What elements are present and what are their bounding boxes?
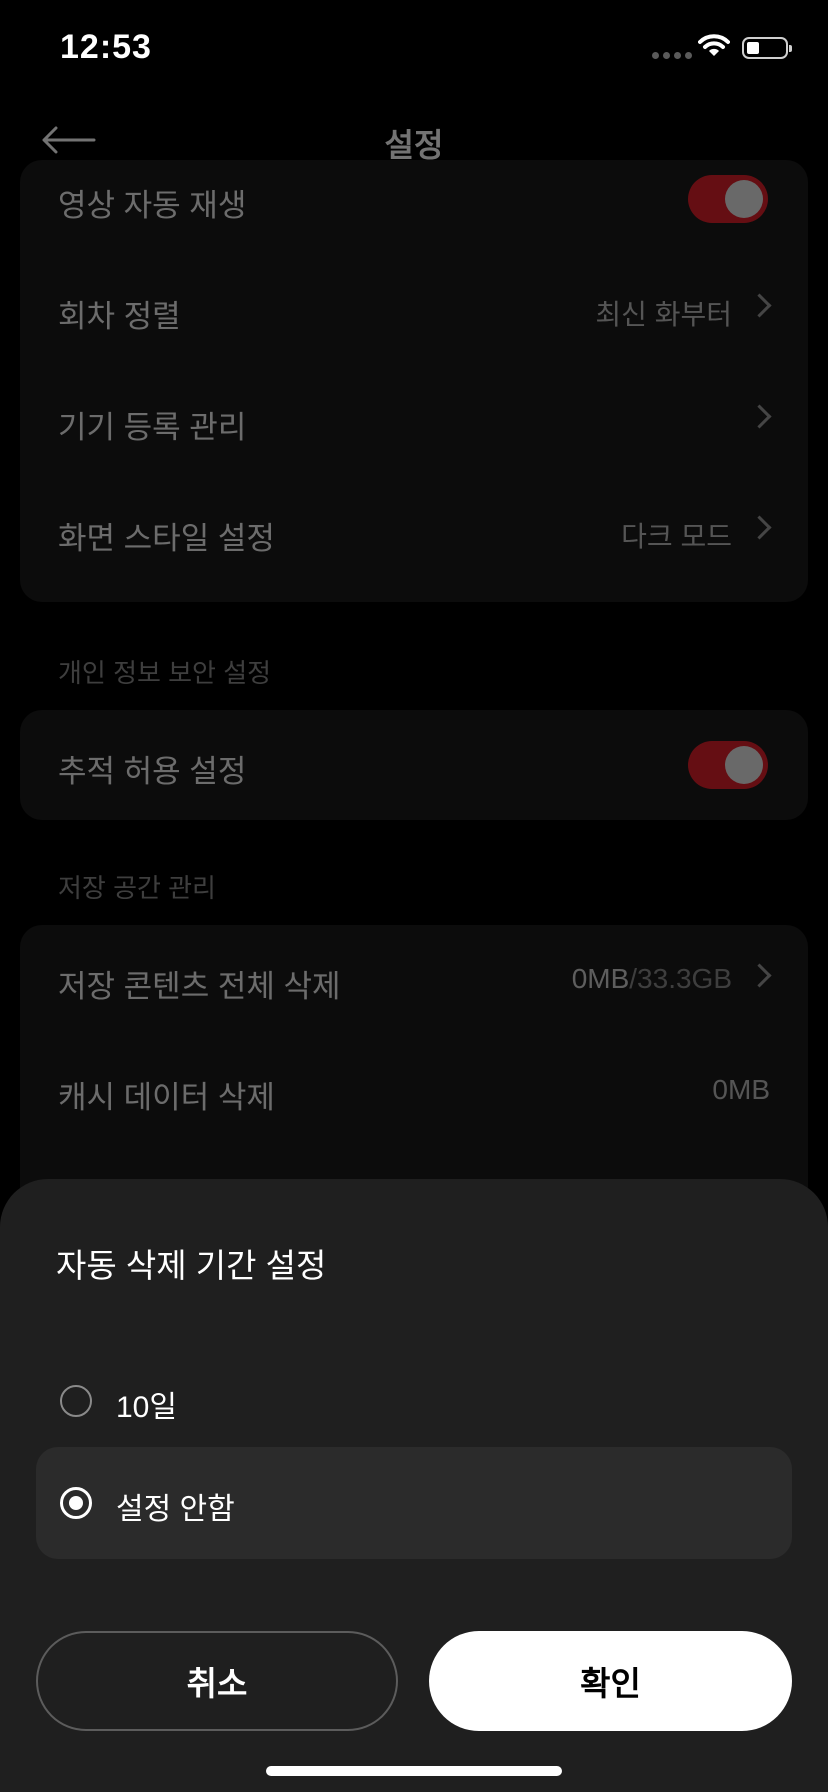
tracking-toggle[interactable] [688,741,768,789]
option-label: 10일 [116,1391,177,1424]
episode-sort-label: 회차 정렬 [58,299,181,334]
privacy-card: 추적 허용 설정 [20,710,808,820]
auto-delete-bottom-sheet: 자동 삭제 기간 설정 10일 설정 안함 취소 확인 [0,1179,828,1792]
sheet-title: 자동 삭제 기간 설정 [56,1247,327,1284]
device-management-row[interactable]: 기기 등록 관리 [20,366,808,476]
home-indicator [266,1766,562,1776]
cellular-signal-icon [652,52,692,59]
confirm-button[interactable]: 확인 [429,1631,792,1731]
tracking-row: 추적 허용 설정 [20,710,808,820]
screen-style-row[interactable]: 화면 스타일 설정 다크 모드 [20,477,808,587]
storage-used: 0MB [571,963,630,994]
wifi-icon [698,34,730,56]
radio-checked-icon[interactable] [60,1487,92,1519]
radio-unchecked-icon[interactable] [60,1385,92,1417]
status-time: 12:53 [60,28,152,66]
delete-all-content-label: 저장 콘텐츠 전체 삭제 [58,969,341,1004]
screen-style-value: 다크 모드 [621,521,732,552]
storage-section-header: 저장 공간 관리 [58,873,216,903]
storage-total: /33.3GB [629,963,732,994]
auto-play-row: 영상 자동 재생 [20,144,808,254]
auto-play-label: 영상 자동 재생 [58,188,247,223]
option-10-days[interactable]: 10일 [36,1345,792,1457]
device-management-label: 기기 등록 관리 [58,410,247,445]
option-label: 설정 안함 [116,1493,235,1526]
tracking-label: 추적 허용 설정 [58,754,247,789]
chevron-right-icon [747,515,772,540]
chevron-right-icon [747,404,772,429]
status-bar: 12:53 [0,0,828,100]
cache-delete-row[interactable]: 캐시 데이터 삭제 0MB [20,1036,808,1146]
chevron-right-icon [747,963,772,988]
chevron-right-icon [747,293,772,318]
cache-delete-label: 캐시 데이터 삭제 [58,1080,275,1115]
storage-usage-value: 0MB/33.3GB [572,963,732,995]
delete-all-content-row[interactable]: 저장 콘텐츠 전체 삭제 0MB/33.3GB [20,925,808,1035]
episode-sort-value: 최신 화부터 [595,299,732,330]
cancel-button[interactable]: 취소 [36,1631,398,1731]
auto-play-toggle[interactable] [688,175,768,223]
option-no-setting[interactable]: 설정 안함 [36,1447,792,1559]
privacy-section-header: 개인 정보 보안 설정 [58,658,272,688]
screen-style-label: 화면 스타일 설정 [58,521,275,556]
battery-icon [742,37,792,59]
episode-sort-row[interactable]: 회차 정렬 최신 화부터 [20,255,808,365]
cache-size-value: 0MB [712,1074,770,1105]
general-settings-card: 영상 자동 재생 회차 정렬 최신 화부터 기기 등록 관리 화면 스타일 설정… [20,160,808,602]
